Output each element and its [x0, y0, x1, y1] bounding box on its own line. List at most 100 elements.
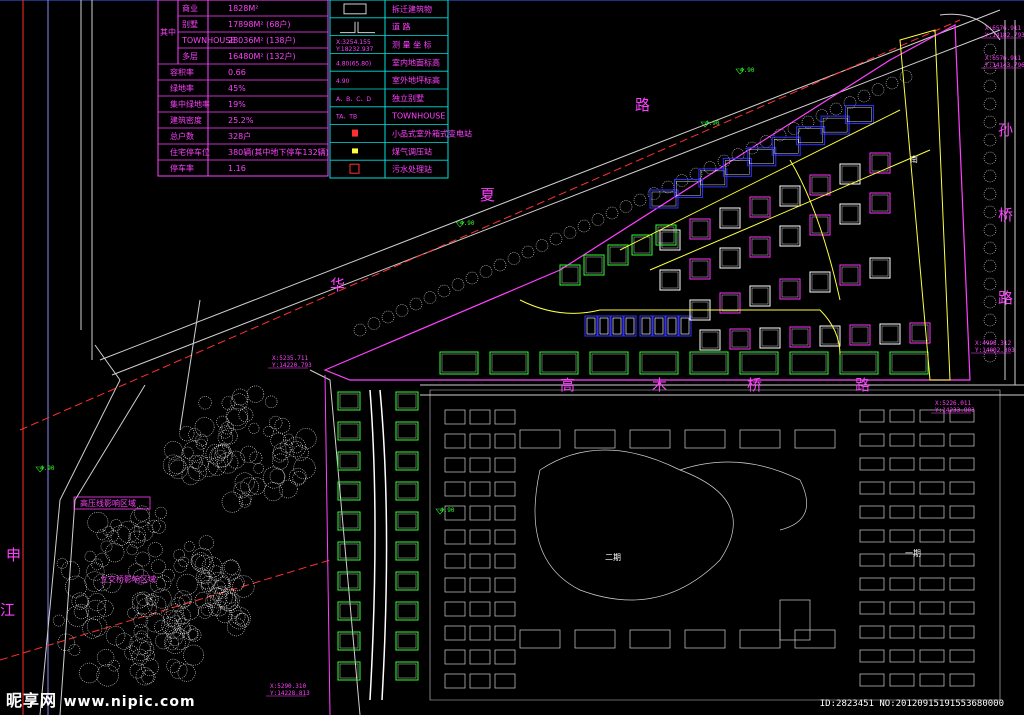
building-outline	[781, 187, 799, 205]
tree-symbol	[178, 595, 191, 608]
coordinate-label: X:6576.911	[985, 25, 1022, 32]
building-outline	[397, 513, 417, 529]
building-outline	[625, 317, 635, 335]
building	[678, 315, 692, 337]
stats-row-label: 集中绿地率	[170, 99, 210, 109]
building-outline	[599, 317, 609, 335]
existing-building	[494, 577, 516, 593]
tree-symbol	[395, 304, 409, 317]
stats-row-label: 商业	[182, 3, 198, 13]
stats-group-label: 其中	[160, 27, 176, 37]
image-id: ID:2823451 NO:20120915191553680000	[819, 699, 1004, 709]
tree-symbol	[135, 667, 154, 686]
existing-building	[889, 529, 915, 543]
tree-symbol	[633, 193, 647, 207]
existing-building	[444, 433, 466, 449]
building	[395, 661, 419, 681]
building	[889, 351, 929, 375]
building-outline	[625, 317, 635, 335]
existing-building	[494, 673, 516, 689]
tree-symbol	[133, 612, 149, 628]
phase-two-lake	[534, 449, 734, 601]
building-outline	[781, 227, 799, 245]
tree-symbol	[117, 520, 140, 544]
building-outline	[798, 128, 823, 143]
tree-symbol	[128, 526, 146, 544]
tree-symbol	[829, 102, 843, 116]
existing-building	[889, 649, 915, 663]
road-label-south-4: 路	[855, 376, 870, 394]
tree-symbol	[154, 506, 167, 519]
existing-building	[949, 625, 975, 639]
tree-symbol	[983, 79, 997, 93]
building	[869, 257, 891, 279]
existing-building	[949, 433, 975, 447]
building-outline	[612, 317, 622, 335]
existing-building	[949, 457, 975, 471]
elevation-label: 4.90	[740, 67, 755, 74]
stats-row-value: 1828M²	[228, 4, 258, 13]
tree-symbol	[155, 632, 172, 650]
building	[489, 351, 529, 375]
existing-building	[444, 649, 466, 665]
building-outline	[397, 603, 417, 619]
tree-symbol	[128, 530, 146, 548]
existing-building	[494, 409, 516, 425]
tree-symbol	[130, 507, 150, 528]
existing-building	[859, 433, 885, 447]
gas-station-symbol	[352, 148, 358, 154]
existing-building	[494, 625, 516, 641]
tree-symbol	[675, 174, 689, 187]
existing-building	[794, 429, 836, 449]
existing-building	[889, 505, 915, 519]
road-label-west-2: 江	[0, 601, 15, 619]
building	[719, 207, 741, 229]
tree-symbol	[272, 453, 289, 470]
legend-symbol: TA、TB	[335, 114, 357, 121]
ramp-zone-label: 立交桥影响区域	[100, 574, 156, 584]
building-outline	[541, 353, 577, 373]
tree-symbol	[165, 636, 179, 651]
building-outline	[397, 543, 417, 559]
stats-row-value: 17898M² (68户)	[228, 19, 291, 29]
building	[809, 214, 831, 236]
road-label-south-3: 桥	[747, 376, 762, 394]
road-label-south-2: 木	[652, 376, 667, 394]
existing-building	[919, 625, 945, 639]
existing-building	[949, 529, 975, 543]
tree-symbol	[87, 511, 109, 533]
road-label-east-2: 桥	[998, 206, 1013, 224]
building-outline	[821, 327, 839, 345]
road-label-north-2: 夏	[480, 186, 495, 204]
building	[337, 481, 361, 501]
tree-symbol	[871, 83, 885, 96]
tree-symbol	[983, 259, 997, 273]
building-outline	[641, 317, 651, 335]
building-outline	[654, 317, 664, 335]
building-outline	[612, 317, 622, 335]
tree-symbol	[899, 70, 913, 83]
stats-row-value: 0.66	[228, 68, 246, 77]
tree-symbol	[689, 167, 703, 181]
tree-symbol	[86, 599, 107, 620]
stats-row-value: 380辆(其中地下停车132辆)	[228, 147, 329, 157]
building-outline	[397, 633, 417, 649]
building-outline	[841, 205, 859, 223]
tree-symbol	[230, 609, 246, 625]
building	[584, 315, 598, 337]
tree-symbol	[983, 223, 997, 237]
building-outline	[397, 423, 417, 439]
tree-symbol	[263, 482, 283, 502]
building	[789, 326, 811, 348]
stats-row-label: 多层	[182, 51, 198, 61]
building-outline	[749, 149, 774, 164]
tree-symbol	[84, 550, 96, 563]
building-outline	[339, 543, 359, 559]
existing-building	[859, 529, 885, 543]
existing-building	[494, 649, 516, 665]
tree-symbol	[885, 76, 899, 90]
building	[631, 234, 653, 256]
existing-building	[859, 649, 885, 663]
tree-symbol	[409, 297, 423, 311]
building-outline	[841, 353, 877, 373]
